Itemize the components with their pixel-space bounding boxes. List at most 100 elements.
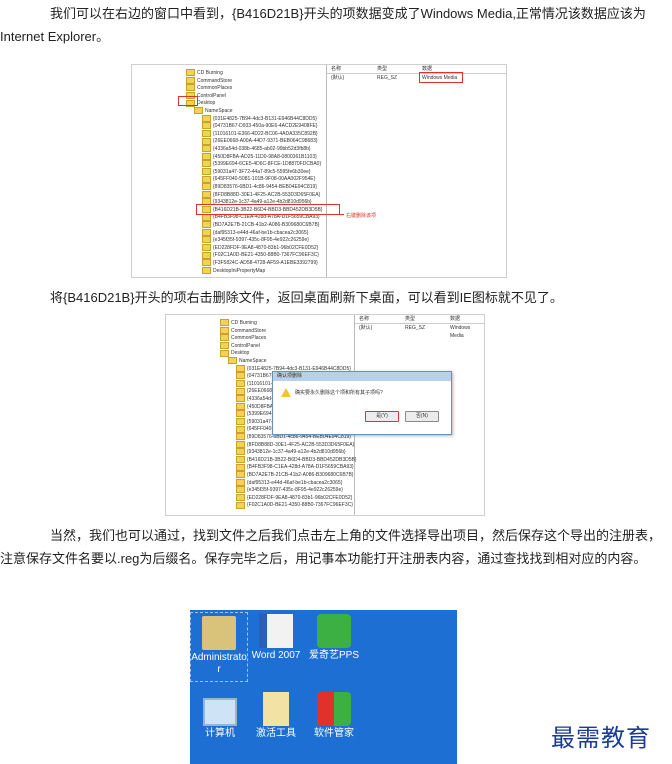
word-icon[interactable]: Word 2007 (248, 614, 304, 662)
tree-item-label: NameSpace (239, 358, 267, 364)
tree-item-label: DesktopIniPropertyMap (213, 267, 266, 274)
folder-shortcut-image (263, 692, 289, 726)
tree-item-label: {ED228FDF-9EA8-4870-83b1-96b02CFE0D52} (213, 244, 319, 251)
values-header: 名称 类型 数据 (327, 65, 506, 74)
tree-item-label: {645FF040-5081-101B-9F08-00AA002F954E} (213, 176, 316, 183)
folder-icon (202, 251, 211, 259)
tree-item-label: CommonPlaces (231, 335, 267, 342)
folder-icon (236, 364, 245, 372)
tree-item-label: {F02C1A0D-BE21-4350-88B0-7367FC96EF3C} (213, 252, 319, 259)
dialog-body: 确实要永久删除这个项和所有其子项吗? 是(Y) 否(N) (273, 381, 451, 434)
tree-item-label: {8FD8B88D-30E1-4F25-AC2B-553D3D65F0EA} (213, 191, 321, 198)
folder-icon (202, 175, 211, 183)
folder-icon (220, 334, 229, 342)
no-button[interactable]: 否(N) (405, 411, 439, 422)
confirm-delete-dialog: 确认项删除 确实要永久删除这个项和所有其子项吗? 是(Y) 否(N) (272, 371, 452, 435)
folder-icon (202, 152, 211, 160)
folder-icon (202, 167, 211, 175)
tree-item-label: {daf95313-e44d-46af-be1b-cbacea2c3065} (213, 229, 309, 236)
folder-icon (236, 493, 245, 501)
tree-item-label: {450D8FBA-AD25-11D0-98A8-0800361B1103} (213, 153, 317, 160)
tree-item[interactable]: DesktopIniPropertyMap (202, 266, 266, 275)
tree-item-label: {8FD8B88D-30E1-4F25-AC2B-553D3D65F0EA} (247, 441, 355, 448)
paragraph-1: 我们可以在右边的窗口中看到，{B416D21B}开头的项数据变成了Windows… (0, 6, 646, 44)
folder-icon (202, 190, 211, 198)
folder-icon (202, 259, 211, 267)
folder-icon (202, 183, 211, 191)
tree-item-label: ControlPanel (231, 342, 260, 349)
folder-icon (220, 349, 229, 357)
yes-button[interactable]: 是(Y) (365, 411, 399, 422)
paragraph-3: 当然，我们也可以通过，找到文件之后我们点击左上角的文件选择导出项目，然后保存这个… (0, 528, 662, 566)
tree-item-label: {B416D21B-3B22-B6D4-BBD3-BBD452DB3D5B} (247, 456, 357, 463)
folder-icon (236, 501, 245, 509)
tree-item-label: {BD7A2E7B-21CB-41b2-A086-B309680C6B7B} (247, 472, 354, 478)
tree-item-label: ControlPanel (197, 92, 226, 99)
registry-values-pane: 名称 类型 数据 (默认) REG_SZ Windows Media (327, 65, 506, 277)
word-image (259, 614, 293, 648)
desktop-highlight-box (178, 96, 198, 106)
software-manager-image (317, 692, 351, 726)
value-type: REG_SZ (405, 325, 426, 331)
tree-item-label: NameSpace (205, 108, 233, 114)
header-data: 数据 (450, 316, 461, 322)
icon-label: 激活工具 (256, 728, 296, 739)
header-name: 名称 (359, 316, 370, 322)
folder-icon (236, 478, 245, 486)
value-data: Windows Media (450, 325, 471, 340)
tree-item-label: CommonPlaces (197, 85, 233, 92)
folder-icon (202, 243, 211, 251)
registry-tree: CD Burning CommandStore CommonPlaces Contro… (132, 65, 327, 277)
tree-item-label: {89D83576-6BD1-4c86-9454-BEB04E94C819} (213, 184, 317, 190)
folder-icon (220, 319, 229, 327)
tree-item-label: CommandStore (197, 77, 233, 84)
software-manager-icon[interactable]: 软件管家 (306, 692, 362, 740)
tree-item-label: Desktop (197, 100, 216, 107)
user-folder-image (202, 616, 236, 650)
folder-icon (228, 357, 237, 365)
tree-item-label: {11016101-E366-4D22-BC06-4ADA335C892B} (213, 130, 318, 137)
dialog-title: 确认项删除 (273, 372, 451, 381)
registry-screenshot-2: CD Burning CommandStore CommonPlaces Contro… (165, 314, 485, 516)
tree-item-label: {04731B67-D933-450a-90E6-4ACD2E9408FE} (213, 123, 318, 130)
tree-item-label: {5399E694-6CE5-4D6C-8FCE-1D8870FDCBA0} (213, 161, 322, 168)
folder-icon (236, 387, 245, 395)
desktop-screenshot: Administrator Word 2007 爱奇艺PPS 计算机 激活工具 … (190, 610, 457, 764)
iqiyi-icon[interactable]: 爱奇艺PPS (306, 614, 362, 662)
tree-item-label: {B4FB3F98-C1EA-428d-A78A-D1F5659CBA93} (213, 214, 320, 221)
folder-icon (236, 463, 245, 471)
folder-icon (194, 107, 203, 115)
tree-item-label: {031E4825-7B94-4dc3-B131-E946B44C8DD5} (213, 115, 317, 122)
folder-shortcut-icon[interactable]: 激活工具 (248, 692, 304, 740)
icon-label: 计算机 (205, 728, 235, 739)
iqiyi-image (317, 614, 351, 648)
value-row: (默认) REG_SZ Windows Media (327, 74, 506, 82)
watermark: 最需教育 (551, 724, 651, 752)
folder-icon (236, 402, 245, 410)
tree-item-label: {ED228FDF-9EA8-4870-83b1-96b02CFE0D52} (247, 494, 353, 501)
value-type: REG_SZ (377, 75, 398, 81)
tree-item-label: {e345f35f-9397-435c-8F95-4e922c26259e} (247, 487, 343, 494)
tree-item-label: {9343812e-1c37-4a49-a12e-4b2d810d956b} (247, 449, 346, 456)
folder-icon (202, 122, 211, 130)
folder-icon (202, 266, 211, 274)
folder-icon (202, 221, 211, 229)
computer-icon[interactable]: 计算机 (192, 692, 248, 740)
paragraph-2: 将{B416D21B}开头的项右击删除文件，返回桌面刷新下桌面，可以看到IE图标… (50, 290, 563, 305)
value-row: (默认) REG_SZ Windows Media (355, 324, 484, 339)
folder-icon (220, 341, 229, 349)
folder-icon (236, 433, 245, 441)
tree-item-label: {B4FB3F98-C1EA-428d-A78A-D1F5659CBA93} (247, 464, 354, 471)
user-folder-icon[interactable]: Administrator (190, 612, 248, 682)
tree-item[interactable]: {F02C1A0D-BE21-4350-88B0-7367FC96EF3C} (236, 501, 353, 509)
tree-item-label: CommandStore (231, 327, 267, 334)
note-arrow (322, 214, 344, 215)
tree-item-label: Desktop (231, 350, 250, 357)
header-type: 类型 (405, 316, 416, 322)
icon-label: Word 2007 (251, 650, 301, 661)
tree-item-label: CD Burning (231, 320, 257, 326)
tree-item-label: {4336a54d-038b-4685-ab02-99bb52d3fb8b} (213, 146, 311, 152)
header-name: 名称 (331, 66, 342, 72)
folder-icon (236, 372, 245, 380)
folder-icon (186, 76, 195, 84)
